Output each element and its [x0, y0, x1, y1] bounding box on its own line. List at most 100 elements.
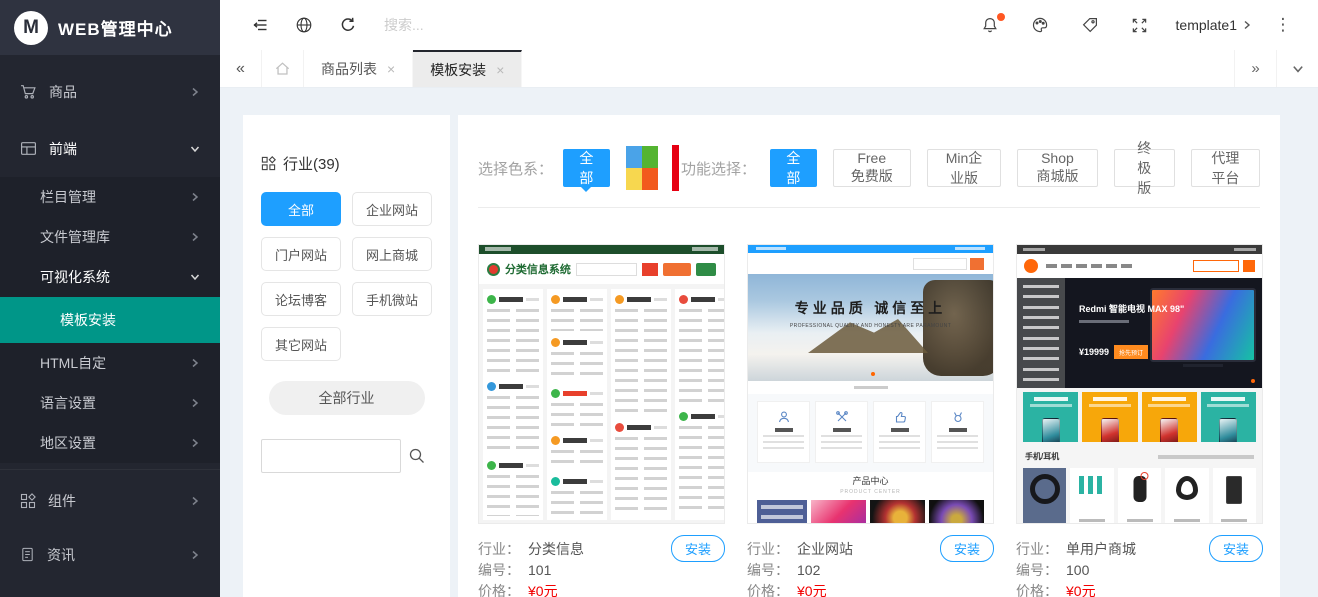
notification-dot	[997, 13, 1005, 21]
price-value: ¥0元	[797, 581, 827, 597]
template-meta: 行业： 分类信息 安装 编号： 101 价格： ¥0元	[478, 524, 725, 597]
industry-button-mobile[interactable]: 手机微站	[352, 282, 432, 316]
notifications-bell-icon[interactable]	[970, 0, 1010, 50]
sidebar-item-products[interactable]: 商品	[0, 63, 220, 120]
close-icon[interactable]: ×	[387, 61, 395, 77]
function-button-agent[interactable]: 代理平台	[1191, 149, 1260, 187]
tab-template-install[interactable]: 模板安装 ×	[413, 50, 522, 87]
price-value: ¥0元	[1066, 581, 1096, 597]
industry-value: 分类信息	[528, 539, 584, 559]
preview-product-image	[870, 500, 925, 524]
cart-icon	[20, 83, 37, 100]
tabs-scroll-right-icon[interactable]: »	[1234, 50, 1276, 87]
more-menu-icon[interactable]: ⋮	[1268, 15, 1298, 35]
template-switcher[interactable]: template1	[1170, 17, 1258, 33]
industry-buttons: 全部 企业网站 门户网站 网上商城 论坛博客 手机微站 其它网站	[261, 192, 432, 361]
install-button[interactable]: 安装	[940, 535, 994, 562]
function-all-button[interactable]: 全部	[770, 149, 817, 187]
function-button-ultimate[interactable]: 终极版	[1114, 149, 1175, 187]
chevron-right-icon	[190, 438, 200, 448]
preview-preorder-button: 抢先预订	[1114, 345, 1148, 359]
color-all-button[interactable]: 全部	[563, 149, 610, 187]
industry-button-mall[interactable]: 网上商城	[352, 237, 432, 271]
sidebar-item-label: 栏目管理	[40, 187, 96, 207]
color-swatch-grid[interactable]	[626, 146, 658, 190]
preview-category-menu	[1017, 278, 1065, 388]
preview-subheadline: PROFESSIONAL QUALITY AND HONESTY ARE PAR…	[748, 323, 993, 329]
preview-section-title: 产品中心	[748, 474, 993, 487]
sidebar-item-region-settings[interactable]: 地区设置	[0, 423, 220, 463]
all-industries-button[interactable]: 全部行业	[269, 381, 425, 415]
search-icon[interactable]	[401, 439, 432, 473]
tabs-menu-icon[interactable]	[1276, 50, 1318, 87]
tabs-scroll-left-icon[interactable]: «	[220, 50, 262, 87]
sidebar-item-language-settings[interactable]: 语言设置	[0, 383, 220, 423]
code-value: 100	[1066, 562, 1089, 578]
swatch-red[interactable]	[672, 145, 679, 191]
preview-header	[748, 253, 993, 274]
sidebar-item-label: 资讯	[47, 545, 75, 565]
preview-hero: Redmi 智能电视 MAX 98" ¥19999 抢先预订	[1017, 278, 1262, 388]
preview-search-box	[1193, 260, 1239, 272]
filter-divider	[478, 207, 1260, 208]
preview-site-name: 分类信息系统	[505, 261, 571, 277]
template-thumbnail[interactable]: Redmi 智能电视 MAX 98" ¥19999 抢先预订	[1016, 244, 1263, 524]
home-tab-icon[interactable]	[262, 50, 304, 87]
preview-price: ¥19999	[1079, 347, 1109, 357]
price-label: 价格：	[747, 581, 789, 597]
preview-product-row	[748, 495, 993, 524]
preview-topbar	[1017, 245, 1262, 254]
function-filter-label: 功能选择：	[681, 158, 756, 179]
install-button[interactable]: 安装	[671, 535, 725, 562]
sidebar-item-label: 地区设置	[40, 433, 96, 453]
sidebar-item-column-management[interactable]: 栏目管理	[0, 177, 220, 217]
refresh-icon[interactable]	[326, 0, 370, 50]
sidebar-item-label: HTML自定	[40, 353, 106, 373]
sidebar-item-file-library[interactable]: 文件管理库	[0, 217, 220, 257]
preview-header: 分类信息系统	[479, 254, 724, 284]
thumbs-up-icon	[892, 409, 908, 425]
globe-icon[interactable]	[282, 0, 326, 50]
function-button-shop[interactable]: Shop商城版	[1017, 149, 1097, 187]
industry-button-all[interactable]: 全部	[261, 192, 341, 226]
function-button-free[interactable]: Free免费版	[833, 149, 911, 187]
swatch-orange[interactable]	[642, 168, 658, 190]
function-button-min[interactable]: Min企业版	[927, 149, 1001, 187]
template-thumbnail[interactable]: 分类信息系统	[478, 244, 725, 524]
sidebar-item-components[interactable]: 组件	[0, 469, 220, 526]
industry-button-enterprise[interactable]: 企业网站	[352, 192, 432, 226]
tab-product-list[interactable]: 商品列表 ×	[304, 50, 413, 87]
industry-button-forum[interactable]: 论坛博客	[261, 282, 341, 316]
topbar: template1 ⋮	[220, 0, 1318, 50]
fullscreen-icon[interactable]	[1120, 0, 1160, 50]
preview-tv-banner: Redmi 智能电视 MAX 98" ¥19999 抢先预订	[1065, 278, 1262, 388]
industry-label: 行业：	[478, 539, 520, 559]
tag-icon[interactable]	[1070, 0, 1110, 50]
preview-headline: 专业品质 诚信至上	[748, 298, 993, 318]
close-icon[interactable]: ×	[496, 62, 504, 78]
global-search-input[interactable]	[384, 17, 644, 33]
sidebar-item-frontend[interactable]: 前端	[0, 120, 220, 177]
industry-label: 行业：	[1016, 539, 1058, 559]
swatch-blue[interactable]	[626, 146, 642, 168]
industry-search-input[interactable]	[261, 439, 401, 473]
sidebar-item-news[interactable]: 资讯	[0, 526, 220, 583]
template-thumbnail[interactable]: 专业品质 诚信至上 PROFESSIONAL QUALITY AND HONES…	[747, 244, 994, 524]
theme-palette-icon[interactable]	[1020, 0, 1060, 50]
preview-search-button	[642, 263, 658, 276]
industry-value: 单用户商城	[1066, 539, 1136, 559]
template-card-corporate: 专业品质 诚信至上 PROFESSIONAL QUALITY AND HONES…	[747, 244, 994, 597]
app-logo: M WEB管理中心	[0, 0, 220, 55]
swatch-yellow[interactable]	[626, 168, 642, 190]
swatch-green[interactable]	[642, 146, 658, 168]
sidebar-item-html-custom[interactable]: HTML自定	[0, 343, 220, 383]
sidebar-item-template-install[interactable]: 模板安装	[0, 297, 220, 343]
sidebar-item-visual-system[interactable]: 可视化系统	[0, 257, 220, 297]
industry-button-portal[interactable]: 门户网站	[261, 237, 341, 271]
preview-search-box	[913, 258, 967, 270]
install-button[interactable]: 安装	[1209, 535, 1263, 562]
preview-search-button	[1243, 260, 1255, 272]
sidebar-collapse-icon[interactable]	[238, 0, 282, 50]
industry-button-other[interactable]: 其它网站	[261, 327, 341, 361]
preview-product-menu	[757, 500, 807, 524]
